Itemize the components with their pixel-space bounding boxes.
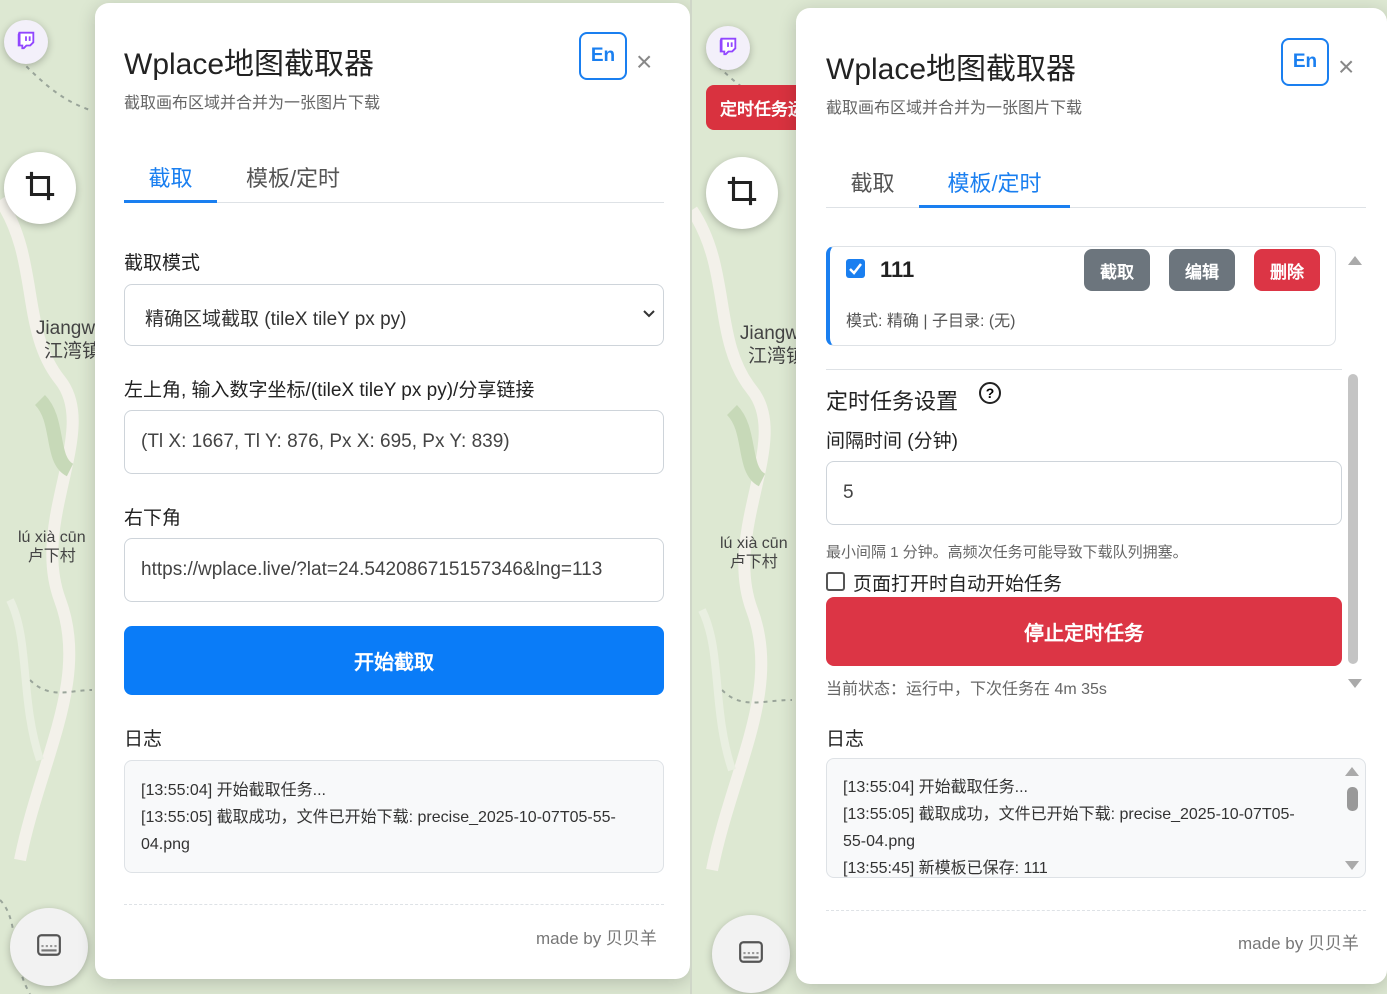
left-screen: Jiangw 江湾镇 lú xià cūn 卢下村 Wplace地图截取器 截取… bbox=[0, 0, 690, 994]
made-by-credit: made by 贝贝羊 bbox=[536, 929, 657, 948]
log-box[interactable]: [13:55:04] 开始截取任务... [13:55:05] 截取成功，文件已… bbox=[124, 760, 664, 873]
template-checkbox[interactable] bbox=[846, 259, 865, 278]
interval-label: 间隔时间 (分钟) bbox=[826, 431, 958, 452]
tab-bar: 截取 模板/定时 bbox=[124, 153, 664, 203]
template-name: 111 bbox=[880, 257, 915, 282]
bottom-right-label: 右下角 bbox=[124, 508, 182, 529]
gallery-icon bbox=[36, 932, 62, 963]
template-card[interactable]: 111 截取 编辑 删除 模式: 精确 | 子目录: (无) bbox=[826, 246, 1336, 346]
mode-select-value: 精确区域截取 (tileX tileY px py) bbox=[145, 309, 407, 330]
footer-divider bbox=[826, 910, 1366, 911]
mode-select[interactable]: 精确区域截取 (tileX tileY px py) bbox=[124, 284, 664, 346]
map-label-jiangwan-cn: 江湾镇 bbox=[44, 340, 102, 362]
panel-subtitle: 截取画布区域并合并为一张图片下载 bbox=[124, 95, 381, 112]
tab-capture[interactable]: 截取 bbox=[124, 153, 217, 203]
gallery-icon bbox=[738, 939, 764, 970]
top-left-label: 左上角, 输入数字坐标/(tileX tileY px py)/分享链接 bbox=[124, 380, 535, 401]
stop-schedule-button[interactable]: 停止定时任务 bbox=[826, 597, 1342, 666]
start-capture-button[interactable]: 开始截取 bbox=[124, 626, 664, 695]
log-label: 日志 bbox=[826, 729, 865, 750]
scroll-up-arrow[interactable] bbox=[1348, 256, 1362, 265]
template-edit-button[interactable]: 编辑 bbox=[1169, 249, 1235, 291]
log-line: [13:55:05] 截取成功，文件已开始下载: precise_2025-10… bbox=[843, 806, 1295, 850]
log-line: [13:55:05] 截取成功，文件已开始下载: precise_2025-10… bbox=[141, 809, 616, 853]
template-panel: Wplace地图截取器 截取画布区域并合并为一张图片下载 En × 截取 模板/… bbox=[796, 8, 1387, 984]
footer-divider bbox=[124, 904, 664, 905]
log-scrollbar-thumb[interactable] bbox=[1347, 787, 1358, 811]
template-meta: 模式: 精确 | 子目录: (无) bbox=[846, 313, 1016, 330]
twitch-icon bbox=[717, 35, 739, 62]
section-divider bbox=[826, 369, 1342, 370]
crop-icon bbox=[23, 169, 57, 208]
log-line: [13:55:45] 新模板已保存: 111 bbox=[843, 860, 1048, 877]
language-toggle-button[interactable]: En bbox=[579, 32, 627, 80]
template-capture-button[interactable]: 截取 bbox=[1084, 249, 1150, 291]
crop-icon bbox=[725, 174, 759, 213]
log-line: [13:55:04] 开始截取任务... bbox=[843, 779, 1028, 796]
close-icon[interactable]: × bbox=[1338, 53, 1354, 81]
chevron-down-icon bbox=[641, 305, 657, 327]
panel-title: Wplace地图截取器 bbox=[826, 53, 1077, 86]
panel-subtitle: 截取画布区域并合并为一张图片下载 bbox=[826, 100, 1083, 117]
log-box[interactable]: [13:55:04] 开始截取任务... [13:55:05] 截取成功，文件已… bbox=[826, 758, 1366, 878]
map-label-luxia-latin: lú xià cūn bbox=[720, 535, 788, 552]
twitch-button[interactable] bbox=[706, 26, 750, 70]
gallery-button[interactable] bbox=[712, 915, 790, 993]
panel-title: Wplace地图截取器 bbox=[124, 48, 375, 81]
close-icon[interactable]: × bbox=[636, 48, 652, 76]
twitch-icon bbox=[15, 29, 37, 56]
tab-template-schedule[interactable]: 模板/定时 bbox=[919, 158, 1070, 208]
right-screen: Jiangw 江湾镇 lú xià cūn 卢下村 定时任务运行中 Wplace… bbox=[692, 0, 1387, 994]
bottom-right-input[interactable]: https://wplace.live/?lat=24.542086715157… bbox=[124, 538, 664, 602]
log-label: 日志 bbox=[124, 729, 163, 750]
help-circle-icon[interactable]: ? bbox=[979, 382, 1001, 404]
autostart-label[interactable]: 页面打开时自动开始任务 bbox=[853, 569, 1062, 596]
log-scroll-up-arrow[interactable] bbox=[1345, 767, 1359, 776]
map-label-jiangwan-cn: 江湾镇 bbox=[748, 345, 806, 367]
autostart-checkbox[interactable] bbox=[826, 572, 845, 591]
log-scroll-down-arrow[interactable] bbox=[1345, 861, 1359, 870]
map-label-luxia-cn: 卢下村 bbox=[729, 554, 778, 572]
top-left-input[interactable]: (Tl X: 1667, Tl Y: 876, Px X: 695, Px Y:… bbox=[124, 410, 664, 474]
tab-template-schedule[interactable]: 模板/定时 bbox=[228, 153, 358, 203]
checkmark-icon bbox=[849, 263, 862, 275]
made-by-credit: made by 贝贝羊 bbox=[1238, 934, 1359, 953]
twitch-button[interactable] bbox=[4, 20, 48, 64]
scroll-down-arrow[interactable] bbox=[1348, 679, 1362, 688]
crop-button[interactable] bbox=[4, 152, 76, 224]
log-line: [13:55:04] 开始截取任务... bbox=[141, 782, 326, 799]
tab-bar: 截取 模板/定时 bbox=[826, 158, 1366, 208]
mode-label: 截取模式 bbox=[124, 253, 201, 274]
tab-capture[interactable]: 截取 bbox=[826, 158, 919, 208]
language-toggle-button[interactable]: En bbox=[1281, 38, 1329, 86]
map-label-jiangwan-latin: Jiangw bbox=[35, 318, 96, 339]
scrollbar-thumb[interactable] bbox=[1348, 374, 1358, 664]
capture-panel: Wplace地图截取器 截取画布区域并合并为一张图片下载 En × 截取 模板/… bbox=[95, 3, 690, 979]
crop-button[interactable] bbox=[706, 157, 778, 229]
schedule-title: 定时任务设置 bbox=[826, 389, 959, 414]
map-label-luxia-latin: lú xià cūn bbox=[18, 529, 86, 546]
map-label-luxia-cn: 卢下村 bbox=[27, 548, 76, 566]
map-label-jiangwan-latin: Jiangw bbox=[739, 323, 800, 344]
schedule-status: 当前状态：运行中，下次任务在 4m 35s bbox=[826, 681, 1107, 698]
template-delete-button[interactable]: 删除 bbox=[1254, 249, 1320, 291]
interval-hint: 最小间隔 1 分钟。高频次任务可能导致下载队列拥塞。 bbox=[826, 544, 1188, 561]
interval-input[interactable]: 5 bbox=[826, 461, 1342, 525]
gallery-button[interactable] bbox=[10, 908, 88, 986]
